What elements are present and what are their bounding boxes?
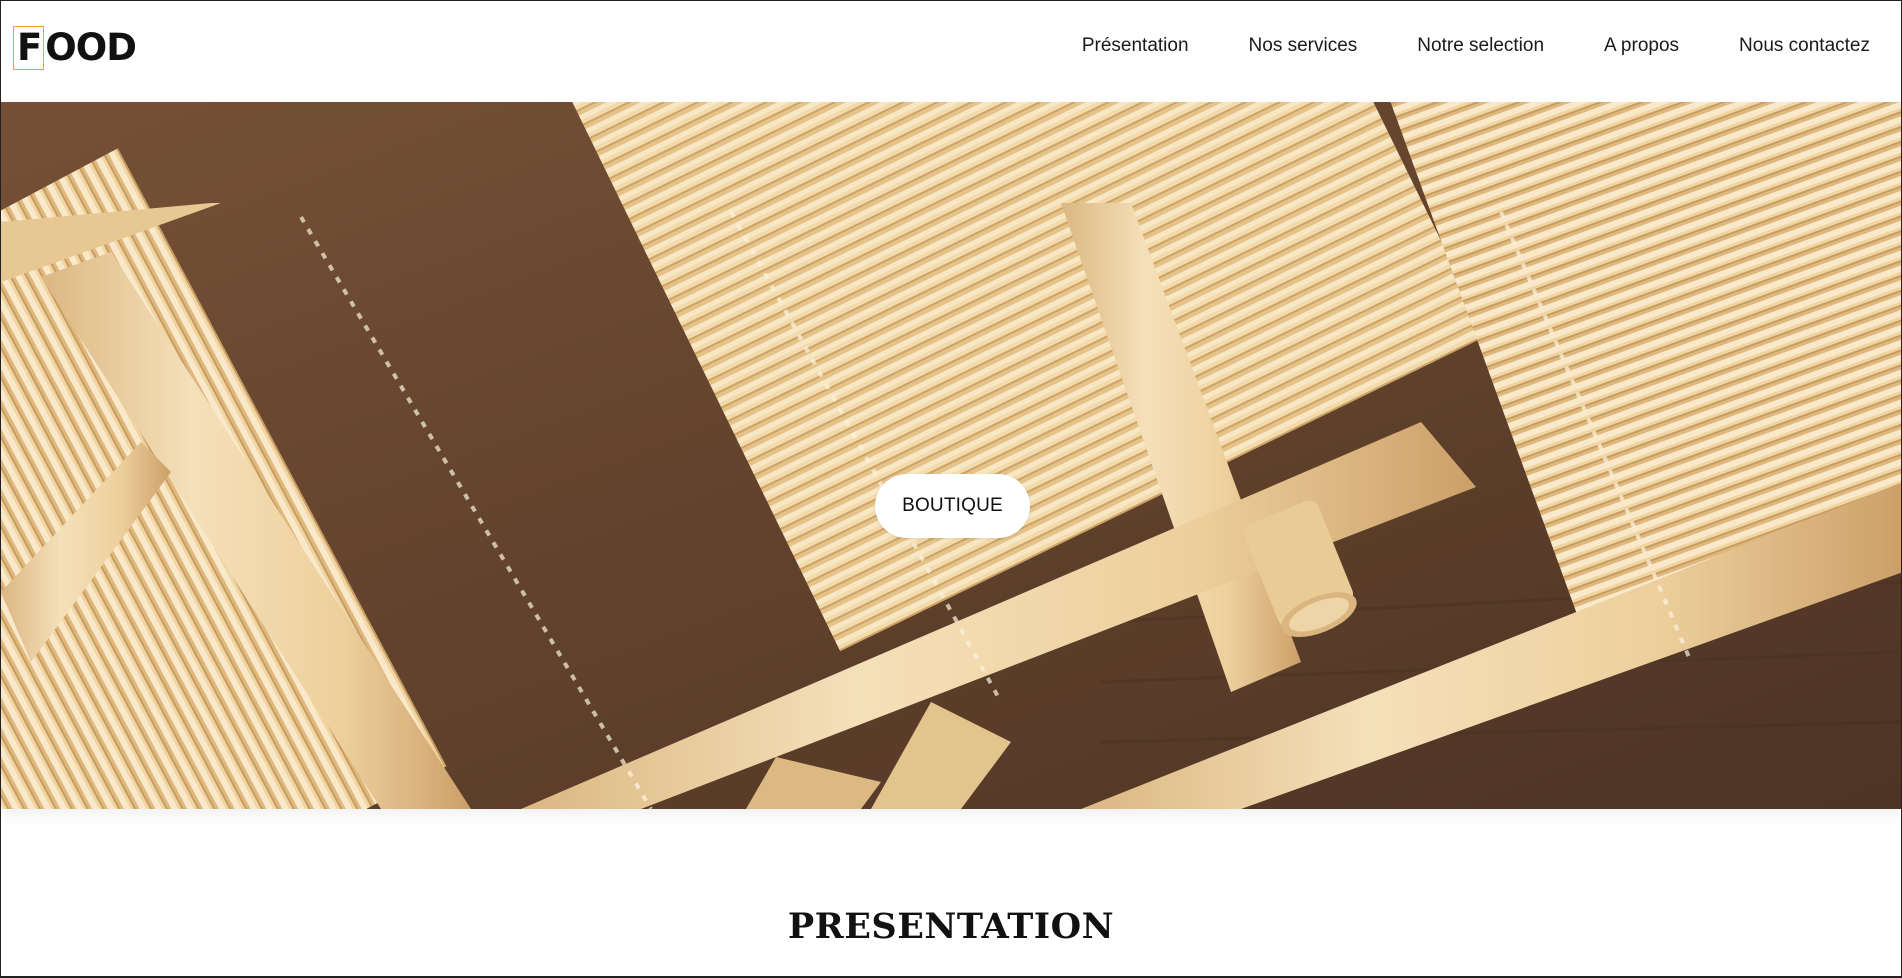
nav-item-services[interactable]: Nos services bbox=[1249, 35, 1358, 57]
main-nav: Présentation Nos services Notre selectio… bbox=[1082, 35, 1870, 57]
page: F OOD Présentation Nos services Notre sel… bbox=[0, 0, 1902, 978]
logo-first-letter: F bbox=[13, 25, 45, 70]
site-logo[interactable]: F OOD bbox=[13, 25, 137, 70]
nav-item-contact[interactable]: Nous contactez bbox=[1739, 35, 1870, 57]
hero-image-bamboo-mats bbox=[1, 102, 1901, 809]
hero-banner: BOUTIQUE bbox=[1, 102, 1901, 809]
site-header: F OOD Présentation Nos services Notre sel… bbox=[1, 1, 1901, 102]
nav-item-selection[interactable]: Notre selection bbox=[1417, 35, 1544, 57]
nav-item-presentation[interactable]: Présentation bbox=[1082, 35, 1189, 57]
presentation-section-title: PRESENTATION bbox=[787, 906, 1115, 947]
logo-text: OOD bbox=[45, 26, 137, 69]
nav-item-about[interactable]: A propos bbox=[1604, 35, 1679, 57]
boutique-button[interactable]: BOUTIQUE bbox=[875, 474, 1030, 538]
